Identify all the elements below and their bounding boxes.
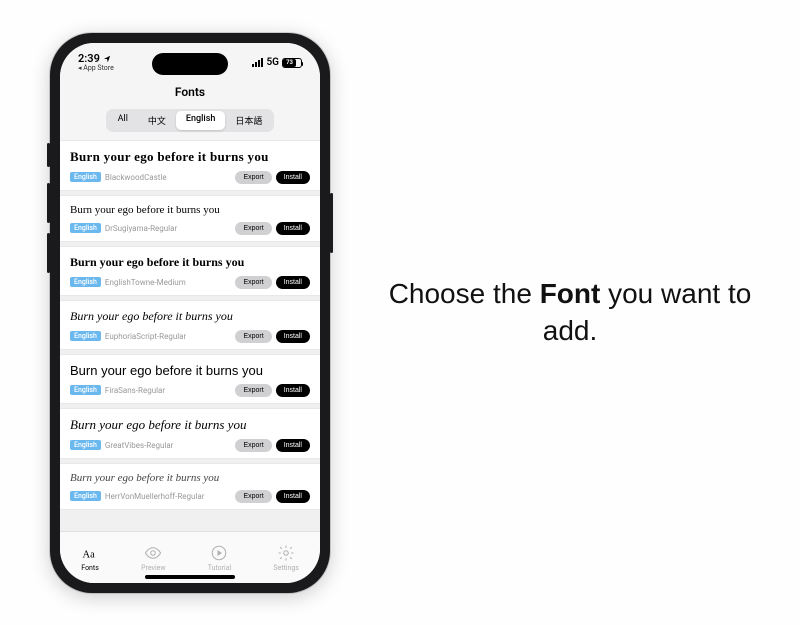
screen: 2:39 ◂ App Store 5G 73 Fonts All中文Englis… xyxy=(60,43,320,583)
font-meta-row: English FiraSans-RegularExport Install xyxy=(70,384,310,397)
font-sample: Burn your ego before it burns you xyxy=(70,472,310,484)
tab-label: Preview xyxy=(141,564,165,572)
font-card: Burn your ego before it burns you English… xyxy=(60,354,320,404)
export-button[interactable]: Export xyxy=(235,439,271,452)
install-button[interactable]: Install xyxy=(276,222,310,235)
font-meta-row: English EuphoriaScript-RegularExport Insta… xyxy=(70,330,310,343)
install-button[interactable]: Install xyxy=(276,384,310,397)
svg-text:Aa: Aa xyxy=(83,550,96,561)
language-badge: English xyxy=(70,223,101,233)
tab-label: Settings xyxy=(273,564,299,572)
language-filter-segmented[interactable]: All中文English日本語 xyxy=(106,109,275,132)
font-meta-row: English BlackwoodCastleExport Install xyxy=(70,171,310,184)
language-badge: English xyxy=(70,277,101,287)
side-button xyxy=(47,143,50,167)
language-badge: English xyxy=(70,331,101,341)
font-card: Burn your ego before it burns you English… xyxy=(60,300,320,350)
font-sample: Burn your ego before it burns you xyxy=(70,149,310,165)
fonts-icon: Aa xyxy=(81,544,99,562)
language-badge: English xyxy=(70,385,101,395)
signal-icon xyxy=(252,58,263,67)
install-button[interactable]: Install xyxy=(276,276,310,289)
font-card: Burn your ego before it burns you English… xyxy=(60,246,320,296)
instruction-caption: Choose the Font you want to add. xyxy=(360,275,780,351)
power-button xyxy=(330,193,333,253)
tab-preview[interactable]: Preview xyxy=(141,544,165,572)
battery-percent: 73 xyxy=(283,59,296,67)
font-meta-row: English GreatVibes-RegularExport Install xyxy=(70,439,310,452)
status-time: 2:39 xyxy=(78,53,100,64)
page-title: Fonts xyxy=(60,83,320,105)
font-card: Burn your ego before it burns you English… xyxy=(60,195,320,242)
tab-label: Tutorial xyxy=(208,564,232,572)
export-button[interactable]: Export xyxy=(235,171,271,184)
font-meta-row: English EnglishTowne-MediumExport Install xyxy=(70,276,310,289)
install-button[interactable]: Install xyxy=(276,330,310,343)
font-name-label: EuphoriaScript-Regular xyxy=(105,332,232,341)
back-to-app-link[interactable]: ◂ App Store xyxy=(78,65,114,72)
font-name-label: HerrVonMuellerhoff-Regular xyxy=(105,492,232,501)
font-name-label: FiraSans-Regular xyxy=(105,386,232,395)
font-sample: Burn your ego before it burns you xyxy=(70,363,310,378)
font-card: Burn your ego before it burns you English… xyxy=(60,140,320,191)
battery-icon: 73 xyxy=(282,58,302,68)
language-badge: English xyxy=(70,491,101,501)
install-button[interactable]: Install xyxy=(276,490,310,503)
tab-fonts[interactable]: Aa Fonts xyxy=(81,544,99,572)
preview-icon xyxy=(144,544,162,562)
font-sample: Burn your ego before it burns you xyxy=(70,204,310,216)
settings-icon xyxy=(277,544,295,562)
tab-settings[interactable]: Settings xyxy=(273,544,299,572)
install-button[interactable]: Install xyxy=(276,171,310,184)
export-button[interactable]: Export xyxy=(235,222,271,235)
font-name-label: GreatVibes-Regular xyxy=(105,441,232,450)
export-button[interactable]: Export xyxy=(235,276,271,289)
export-button[interactable]: Export xyxy=(235,384,271,397)
language-badge: English xyxy=(70,440,101,450)
segment-中文[interactable]: 中文 xyxy=(138,111,176,130)
dynamic-island xyxy=(152,53,228,75)
home-indicator[interactable] xyxy=(145,575,235,579)
tutorial-icon xyxy=(210,544,228,562)
font-name-label: BlackwoodCastle xyxy=(105,173,232,182)
segment-english[interactable]: English xyxy=(176,111,225,130)
segment-日本語[interactable]: 日本語 xyxy=(225,111,272,130)
export-button[interactable]: Export xyxy=(235,330,271,343)
segment-all[interactable]: All xyxy=(108,111,138,130)
volume-down-button xyxy=(47,233,50,273)
font-sample: Burn your ego before it burns you xyxy=(70,309,310,324)
tab-tutorial[interactable]: Tutorial xyxy=(208,544,232,572)
network-label: 5G xyxy=(266,57,279,68)
tab-label: Fonts xyxy=(81,564,99,572)
volume-up-button xyxy=(47,183,50,223)
font-name-label: EnglishTowne-Medium xyxy=(105,278,232,287)
phone-frame: 2:39 ◂ App Store 5G 73 Fonts All中文Englis… xyxy=(50,33,330,593)
font-card: Burn your ego before it burns you English… xyxy=(60,408,320,459)
location-icon xyxy=(103,55,111,63)
font-list[interactable]: Burn your ego before it burns you English… xyxy=(60,140,320,531)
install-button[interactable]: Install xyxy=(276,439,310,452)
font-sample: Burn your ego before it burns you xyxy=(70,417,310,433)
font-name-label: DrSugiyama-Regular xyxy=(105,224,232,233)
language-badge: English xyxy=(70,172,101,182)
font-card: Burn your ego before it burns you English… xyxy=(60,463,320,510)
font-meta-row: English HerrVonMuellerhoff-RegularExport I… xyxy=(70,490,310,503)
font-meta-row: English DrSugiyama-RegularExport Install xyxy=(70,222,310,235)
export-button[interactable]: Export xyxy=(235,490,271,503)
font-sample: Burn your ego before it burns you xyxy=(70,255,310,270)
